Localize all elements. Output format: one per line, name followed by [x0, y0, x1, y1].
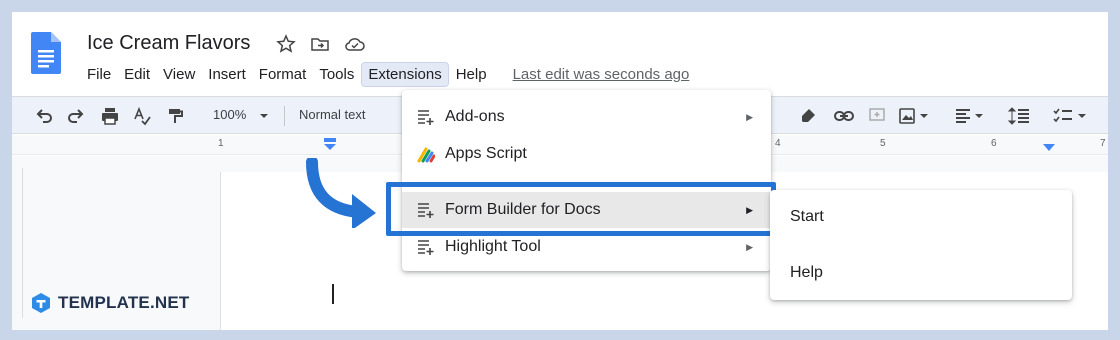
- add-ons-icon: [417, 108, 435, 126]
- submenu-start[interactable]: Start: [790, 208, 824, 226]
- menu-item-apps-script[interactable]: Apps Script: [402, 136, 771, 172]
- move-folder-icon[interactable]: [310, 34, 330, 54]
- insert-image-icon[interactable]: [898, 106, 930, 126]
- zoom-select[interactable]: 100%: [213, 107, 246, 122]
- template-logo-icon: [32, 293, 50, 313]
- submenu-arrow-icon: ▶: [746, 111, 753, 122]
- menu-insert[interactable]: Insert: [202, 63, 252, 86]
- indent-marker-icon[interactable]: [323, 137, 337, 157]
- docs-window: Ice Cream Flavors File Edit View Insert …: [12, 12, 1108, 330]
- menubar: File Edit View Insert Format Tools Exten…: [81, 62, 689, 87]
- submenu-help[interactable]: Help: [790, 264, 823, 282]
- vertical-ruler: [22, 168, 23, 318]
- menu-item-label: Apps Script: [445, 145, 527, 162]
- highlight-box: [386, 182, 776, 236]
- menu-help[interactable]: Help: [450, 63, 493, 86]
- menu-tools[interactable]: Tools: [313, 63, 360, 86]
- spellcheck-icon[interactable]: [132, 106, 152, 126]
- checklist-icon[interactable]: [1052, 106, 1092, 126]
- zoom-dropdown-icon[interactable]: [258, 109, 270, 129]
- redo-icon[interactable]: [66, 106, 86, 126]
- toolbar-divider: [284, 106, 285, 126]
- ruler-number: 6: [991, 138, 997, 149]
- link-icon[interactable]: [833, 106, 855, 126]
- menu-view[interactable]: View: [157, 63, 201, 86]
- ruler-number: 1: [218, 138, 224, 149]
- text-cursor: [332, 284, 334, 304]
- menu-edit[interactable]: Edit: [118, 63, 156, 86]
- ruler-number: 7: [1100, 138, 1106, 149]
- menu-item-label: Add-ons: [445, 108, 505, 125]
- add-comment-icon[interactable]: [867, 106, 887, 126]
- extensions-menu: Add-ons ▶ Apps Script Form Builder for D…: [402, 90, 771, 271]
- template-net-logo: TEMPLATE.NET: [30, 292, 189, 314]
- highlight-color-icon[interactable]: [798, 106, 818, 126]
- last-edit-link[interactable]: Last edit was seconds ago: [513, 66, 690, 83]
- star-icon[interactable]: [276, 34, 296, 54]
- ruler-number: 4: [775, 138, 781, 149]
- align-icon[interactable]: [954, 106, 986, 126]
- undo-icon[interactable]: [34, 106, 54, 126]
- print-icon[interactable]: [100, 106, 120, 126]
- menu-item-add-ons[interactable]: Add-ons ▶: [402, 99, 771, 135]
- line-spacing-icon[interactable]: [1007, 106, 1030, 126]
- menu-item-label: Highlight Tool: [445, 238, 541, 255]
- apps-script-icon: [417, 145, 436, 163]
- ruler-number: 5: [880, 138, 886, 149]
- menu-format[interactable]: Format: [253, 63, 313, 86]
- menu-extensions[interactable]: Extensions: [361, 62, 449, 87]
- submenu-arrow-icon: ▶: [746, 241, 753, 252]
- logo-text: TEMPLATE.NET: [58, 293, 190, 312]
- pointer-arrow-icon: [306, 158, 376, 228]
- paint-format-icon[interactable]: [166, 106, 186, 126]
- doc-title[interactable]: Ice Cream Flavors: [87, 32, 250, 55]
- highlight-tool-icon: [417, 238, 435, 256]
- form-builder-submenu: Start Help: [770, 190, 1072, 300]
- style-select[interactable]: Normal text: [299, 107, 365, 122]
- menu-file[interactable]: File: [81, 63, 117, 86]
- cloud-saved-icon[interactable]: [344, 34, 365, 54]
- google-docs-icon[interactable]: [31, 32, 61, 74]
